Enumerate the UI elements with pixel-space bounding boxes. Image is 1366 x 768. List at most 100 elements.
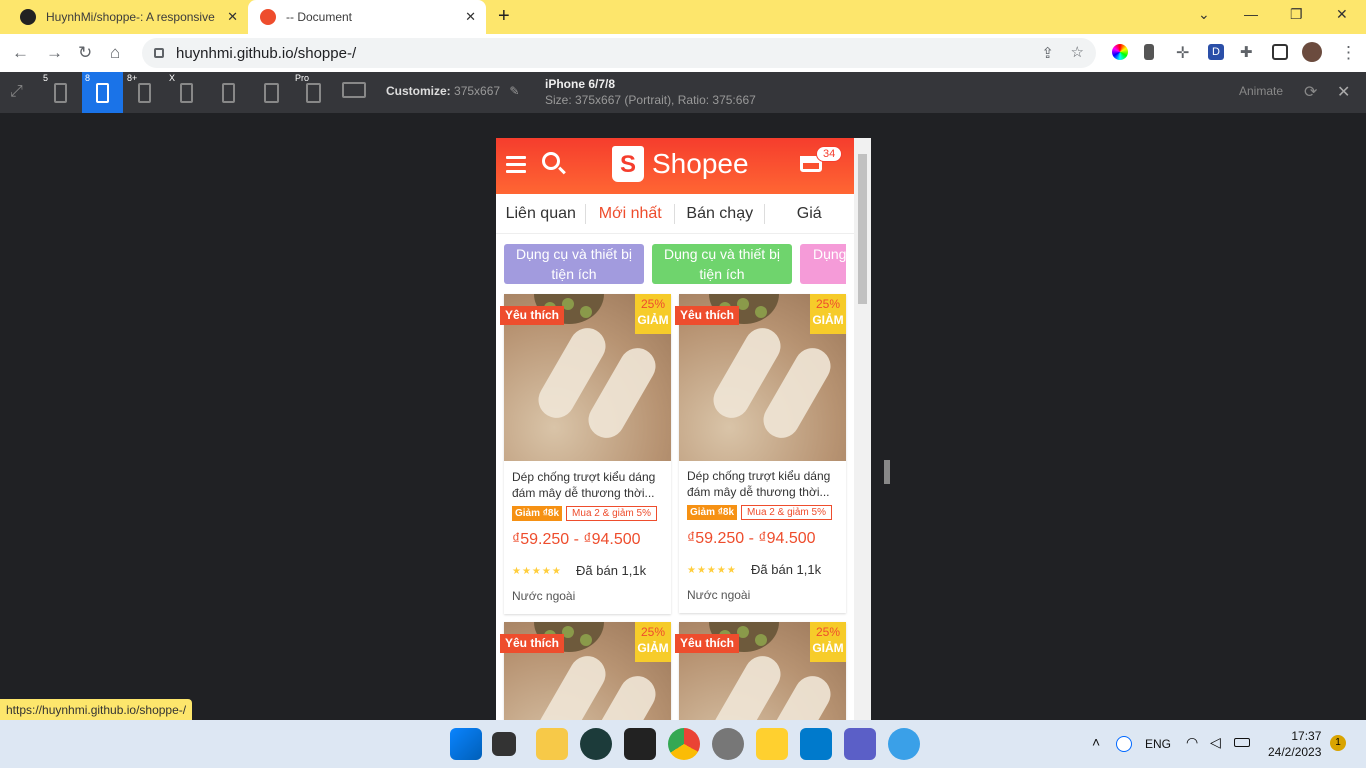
category-chip[interactable]: Dụng cụ và thiết bị tiện ích [504, 244, 644, 284]
viewport-resize-handle[interactable] [884, 460, 890, 484]
shopee-header: S Shopee 34 [496, 138, 854, 194]
product-name: Dép chống trượt kiểu dáng đám mây dễ thư… [687, 469, 831, 499]
miro-icon[interactable] [756, 728, 788, 760]
d-extension-icon[interactable]: D [1208, 44, 1224, 60]
windows-start-icon[interactable] [450, 728, 482, 760]
taskbar-clock[interactable]: 17:37 24/2/2023 [1268, 728, 1321, 760]
sort-relevant[interactable]: Liên quan [496, 194, 586, 233]
page-scrollbar[interactable] [854, 138, 871, 720]
product-card[interactable]: Yêu thích 25% GIẢM Dép chống trượt kiểu d… [500, 294, 671, 614]
sticky-notes-icon[interactable] [624, 728, 656, 760]
device-iphonex[interactable]: X [166, 72, 207, 113]
hamburger-menu-icon[interactable] [506, 156, 526, 177]
vscode-icon[interactable] [800, 728, 832, 760]
category-chips: Dụng cụ và thiết bị tiện ích Dụng cụ và … [504, 244, 846, 284]
restore-icon[interactable]: ❐ [1290, 6, 1303, 23]
search-icon[interactable] [542, 152, 560, 170]
extension-icon[interactable] [1144, 44, 1154, 60]
tab-github[interactable]: HuynhMi/shoppe-: A responsive ✕ [8, 0, 248, 34]
product-origin: Nước ngoài [687, 588, 751, 602]
tab-document[interactable]: -- Document ✕ [248, 0, 486, 34]
product-origin: Nước ngoài [512, 589, 576, 603]
reload-icon[interactable]: ↻ [78, 43, 92, 63]
share-icon[interactable]: ⇪ [1041, 44, 1054, 62]
forward-icon[interactable]: → [46, 43, 63, 63]
product-name: Dép chống trượt kiểu dáng đám mây dễ thư… [512, 470, 656, 500]
shopee-logo[interactable]: S Shopee [612, 146, 749, 182]
device-tablet[interactable] [250, 72, 291, 113]
phone-icon [54, 83, 67, 103]
tab-strip: HuynhMi/shoppe-: A responsive ✕ -- Docum… [0, 0, 1366, 34]
device-ipad-pro[interactable]: Pro [292, 72, 333, 113]
menu-kebab-icon[interactable]: ⋮ [1340, 43, 1357, 63]
side-panel-icon[interactable] [1272, 44, 1288, 60]
animate-toggle[interactable]: Animate [1239, 84, 1283, 98]
monitor-icon [342, 82, 366, 98]
browser-toolbar: ← → ↻ ⌂ huynhmi.github.io/shoppe-/ ⇪ ☆ ✛… [0, 34, 1366, 72]
rotate-icon[interactable]: ⟳ [1304, 82, 1317, 102]
favorite-badge: Yêu thích [500, 306, 565, 325]
discount-badge: 25% GIẢM [810, 622, 846, 662]
sort-bestselling[interactable]: Bán chạy [675, 194, 765, 233]
zalo-icon[interactable] [1116, 736, 1132, 752]
fullscreen-icon[interactable]: ⤢ [10, 83, 23, 101]
back-icon[interactable]: ← [12, 43, 29, 63]
product-card[interactable]: Yêu thích 25% GIẢM [500, 622, 671, 720]
shopee-bag-icon: S [612, 146, 644, 182]
device-iphone8[interactable]: 8 [82, 72, 123, 113]
phone-viewport: S Shopee 34 Liên quan Mới nhất Bán chạy … [496, 138, 871, 720]
close-tab-icon[interactable]: ✕ [227, 9, 238, 25]
move-extension-icon[interactable]: ✛ [1176, 43, 1189, 63]
tablet-icon [306, 83, 321, 103]
home-icon[interactable]: ⌂ [110, 43, 120, 63]
alarm-clock-icon[interactable] [712, 728, 744, 760]
new-tab-icon[interactable]: + [498, 5, 510, 28]
puzzle-extensions-icon[interactable]: ✚ [1240, 43, 1253, 61]
category-chip[interactable]: Dụng [800, 244, 846, 284]
close-tab-icon[interactable]: ✕ [465, 9, 476, 25]
tab-title: HuynhMi/shoppe-: A responsive [46, 10, 215, 24]
minimize-icon[interactable]: — [1244, 6, 1258, 22]
close-emulator-icon[interactable]: ✕ [1337, 82, 1350, 102]
app-icon[interactable] [888, 728, 920, 760]
teams-icon[interactable] [844, 728, 876, 760]
tab-search-icon[interactable]: ⌄ [1198, 6, 1210, 23]
device-tablet-small[interactable] [208, 72, 249, 113]
device-size: Size: 375x667 (Portrait), Ratio: 375:667 [545, 93, 756, 107]
sold-count: Đã bán 1,1k [751, 562, 822, 577]
customize-size[interactable]: Customize: 375x667 ✎ [386, 84, 519, 98]
sort-price[interactable]: Giá [765, 194, 855, 233]
file-explorer-icon[interactable] [536, 728, 568, 760]
language-indicator[interactable]: ENG [1145, 737, 1171, 751]
favorite-badge: Yêu thích [675, 634, 740, 653]
github-icon [20, 9, 36, 25]
product-card[interactable]: Yêu thích 25% GIẢM [675, 622, 846, 720]
bookmark-star-icon[interactable]: ☆ [1071, 43, 1084, 61]
favorite-badge: Yêu thích [500, 634, 565, 653]
tab-title: -- Document [286, 10, 353, 24]
scrollbar-thumb[interactable] [858, 154, 867, 304]
task-view-icon[interactable] [492, 732, 516, 756]
show-hidden-icons-icon[interactable]: ˄ [1092, 734, 1100, 750]
device-iphone8plus[interactable]: 8+ [124, 72, 165, 113]
battery-icon[interactable] [1234, 738, 1250, 747]
volume-icon[interactable]: ◁ [1210, 734, 1221, 751]
windows-taskbar: ˄ ENG ◠ ◁ 17:37 24/2/2023 1 [0, 720, 1366, 768]
sort-newest[interactable]: Mới nhất [586, 194, 675, 233]
product-card[interactable]: Yêu thích 25% GIẢM Dép chống trượt kiểu d… [675, 294, 846, 613]
device-desktop[interactable] [334, 72, 375, 113]
chrome-icon[interactable] [668, 728, 700, 760]
category-chip[interactable]: Dụng cụ và thiết bị tiện ích [652, 244, 792, 284]
close-window-icon[interactable]: ✕ [1336, 6, 1348, 23]
gitkraken-icon[interactable] [580, 728, 612, 760]
color-extension-icon[interactable] [1112, 44, 1128, 60]
sort-bar: Liên quan Mới nhất Bán chạy Giá [496, 194, 854, 234]
pencil-icon[interactable]: ✎ [509, 84, 519, 98]
wifi-icon[interactable]: ◠ [1186, 734, 1198, 751]
address-bar[interactable]: huynhmi.github.io/shoppe-/ ⇪ ☆ [142, 38, 1096, 68]
sold-count: Đã bán 1,1k [576, 563, 647, 578]
phone-icon [138, 83, 151, 103]
notification-badge[interactable]: 1 [1330, 735, 1346, 751]
device-iphone5[interactable]: 5 [40, 72, 81, 113]
profile-avatar[interactable] [1302, 42, 1322, 62]
